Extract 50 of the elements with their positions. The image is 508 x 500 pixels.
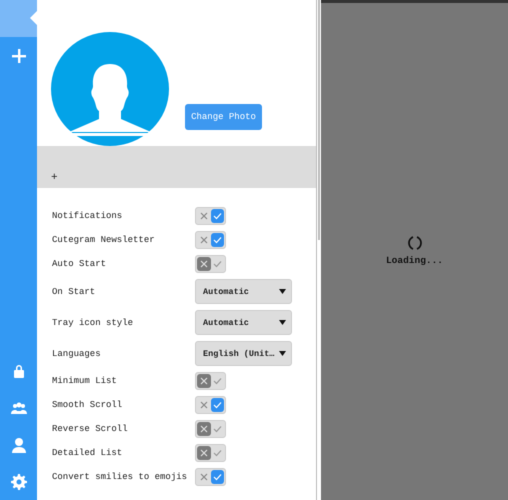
- close-icon: [200, 449, 208, 457]
- close-icon: [200, 425, 208, 433]
- band-label: +: [51, 172, 58, 184]
- setting-label: Reverse Scroll: [52, 424, 129, 434]
- setting-label: Tray icon style: [52, 318, 134, 328]
- setting-label: Auto Start: [52, 259, 108, 269]
- close-icon: [200, 401, 208, 409]
- setting-label: On Start: [52, 286, 96, 296]
- settings-icon: [10, 474, 26, 490]
- setting-label: Detailed List: [52, 448, 124, 458]
- check-icon: [212, 236, 222, 244]
- setting-label: Cutegram Newsletter: [52, 235, 156, 245]
- close-icon: [200, 236, 208, 244]
- check-icon: [212, 449, 222, 457]
- dropdown[interactable]: English (Unit…: [195, 341, 292, 366]
- setting-label: Smooth Scroll: [52, 400, 124, 410]
- setting-label: Notifications: [52, 211, 124, 221]
- toggle-switch[interactable]: [195, 231, 226, 249]
- close-icon: [200, 473, 208, 481]
- setting-label: Convert smilies to emojis: [52, 472, 188, 482]
- toggle-switch[interactable]: [195, 444, 226, 462]
- toggle-switch[interactable]: [195, 207, 226, 225]
- caret-icon: [279, 320, 286, 325]
- check-icon: [212, 377, 222, 385]
- toggle-switch[interactable]: [195, 255, 226, 273]
- dropdown[interactable]: Automatic: [195, 310, 292, 335]
- toggle-switch[interactable]: [195, 396, 226, 414]
- check-icon: [212, 401, 222, 409]
- check-icon: [212, 212, 222, 220]
- check-icon: [212, 473, 222, 481]
- toggle-switch[interactable]: [195, 420, 226, 438]
- check-icon: [212, 260, 222, 268]
- spinner-icon: [406, 235, 422, 251]
- toggle-switch[interactable]: [195, 468, 226, 486]
- toggle-switch[interactable]: [195, 372, 226, 390]
- group-icon: [10, 400, 26, 416]
- avatar-icon: [51, 32, 169, 146]
- close-icon: [200, 377, 208, 385]
- setting-label: Languages: [52, 348, 102, 358]
- caret-icon: [279, 351, 286, 356]
- caret-icon: [279, 289, 286, 294]
- plus-icon: [10, 48, 26, 64]
- close-icon: [200, 212, 208, 220]
- close-icon: [200, 260, 208, 268]
- setting-label: Minimum List: [52, 376, 118, 386]
- loading-text: Loading...: [386, 255, 443, 266]
- user-icon: [10, 436, 26, 452]
- dropdown[interactable]: Automatic: [195, 279, 292, 304]
- sidebar-tab[interactable]: [0, 0, 37, 37]
- check-icon: [212, 425, 222, 433]
